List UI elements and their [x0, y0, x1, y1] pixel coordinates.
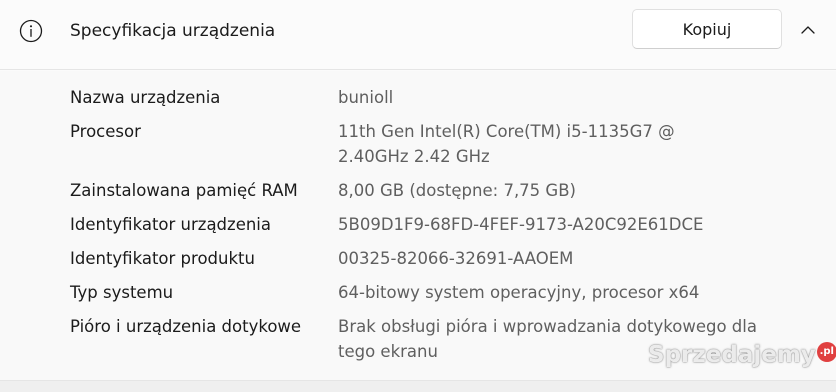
watermark-logo: Sprzedajemy .pl [648, 342, 836, 368]
spec-value-device-name[interactable]: bunioll [338, 86, 778, 111]
spec-label-pen-touch: Pióro i urządzenia dotykowe [70, 317, 302, 336]
device-specifications-card: Specyfikacja urządzenia Kopiuj Nazwa urz… [0, 0, 836, 392]
specs-body: Nazwa urządzenia bunioll Procesor 11th G… [0, 71, 836, 380]
spec-label-device-name: Nazwa urządzenia [70, 88, 221, 107]
spec-value-processor[interactable]: 11th Gen Intel(R) Core(TM) i5-1135G7 @ 2… [338, 120, 748, 169]
spec-label-product-id: Identyfikator produktu [70, 249, 255, 268]
watermark-text: Sprzedajemy [648, 342, 816, 368]
spec-label-system-type: Typ systemu [70, 283, 174, 302]
spec-label-ram: Zainstalowana pamięć RAM [70, 181, 298, 200]
spec-value-ram[interactable]: 8,00 GB (dostępne: 7,75 GB) [338, 179, 778, 204]
spec-value-system-type[interactable]: 64-bitowy system operacyjny, procesor x6… [338, 281, 778, 306]
spec-label-device-id: Identyfikator urządzenia [70, 215, 271, 234]
copy-button[interactable]: Kopiuj [632, 9, 782, 49]
watermark-badge: .pl [816, 342, 836, 362]
spec-value-device-id[interactable]: 5B09D1F9-68FD-4FEF-9173-A20C92E61DCE [338, 213, 778, 238]
card-header[interactable]: Specyfikacja urządzenia Kopiuj [0, 0, 836, 70]
footer-divider [0, 380, 836, 392]
chevron-up-icon[interactable] [798, 20, 818, 40]
spec-value-product-id[interactable]: 00325-82066-32691-AAOEM [338, 247, 778, 272]
section-title: Specyfikacja urządzenia [70, 21, 276, 41]
spec-label-processor: Procesor [70, 122, 141, 141]
info-icon [19, 19, 43, 43]
